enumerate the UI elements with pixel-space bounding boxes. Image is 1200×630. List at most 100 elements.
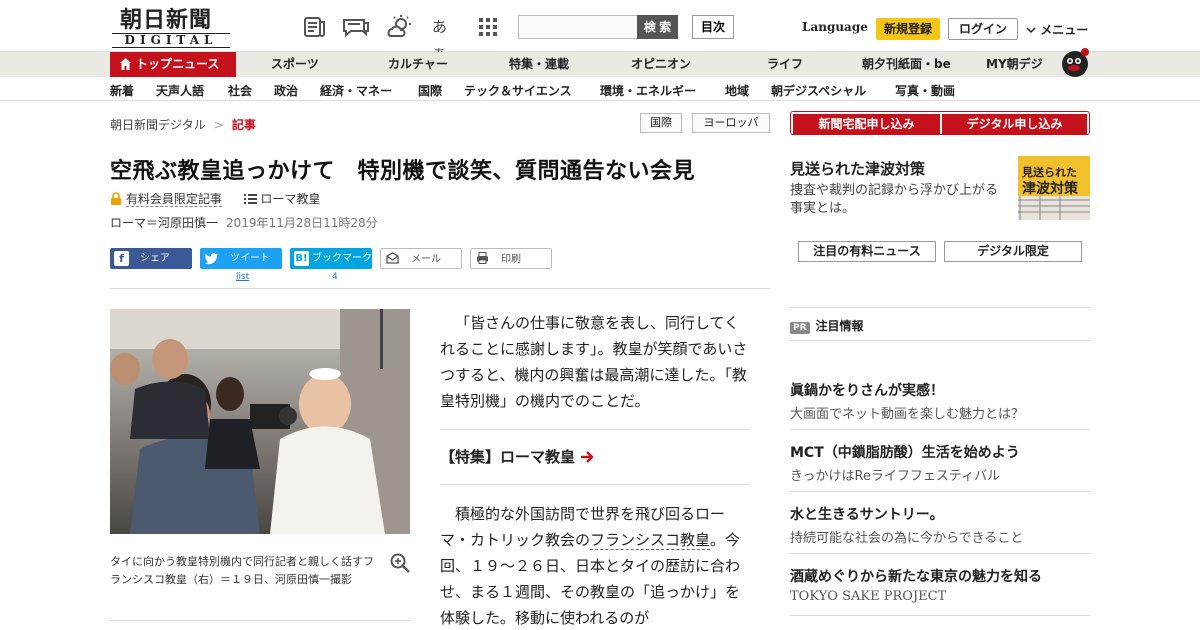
feature-link-label: 【特集】ローマ教皇 [440,448,576,466]
pr-item-title[interactable]: MCT（中鎖脂肪酸）生活を始めよう [790,442,1020,462]
article-paragraph: 「皆さんの仕事に敬意を表し、同行してくれることに感謝します」。教皇が笑顔であいさ… [440,314,748,410]
pr-label: 注目情報 [815,319,864,333]
breadcrumb-current: 記事 [231,118,256,132]
newspaper-icon[interactable] [302,14,328,40]
pr-item-desc: きっかけはReライフフェスティバル [790,469,1001,484]
breadcrumb: 朝日新聞デジタル > 記事 [110,116,256,133]
facebook-share-label: シェア [140,253,170,264]
mail-label: メール [411,254,441,265]
nav-life[interactable]: ライフ [767,52,803,77]
members-only-label[interactable]: 有料会員限定記事 [125,192,222,207]
divider [440,484,750,485]
mail-icon [385,252,400,267]
home-icon [120,58,131,70]
zoom-icon[interactable] [390,553,410,573]
logo-jp: 朝日新聞 [120,7,213,33]
language-link[interactable]: Language [802,20,868,34]
feature-link[interactable]: 【特集】ローマ教皇 [440,446,594,467]
nav-sports[interactable]: スポーツ [271,52,319,77]
subnav-politics[interactable]: 政治 [274,82,298,99]
tag-europe[interactable]: ヨーロッパ [692,113,770,133]
subnav-new[interactable]: 新着 [110,82,134,99]
nav-opinion[interactable]: オピニオン [631,52,691,77]
tab-paid-news[interactable]: 注目の有料ニュース [798,241,936,262]
print-icon [475,252,490,267]
contents-button[interactable]: 目次 [692,15,734,39]
hatena-bookmark-button[interactable]: B! ブックマーク [290,248,372,269]
article-paragraph: 積極的な外国訪問で世界を飛び回るローマ・カトリック教会のフランシスコ教皇。今回、… [440,501,750,630]
weather-icon[interactable] [386,14,412,40]
feature-image[interactable]: 見送られた 津波対策 [1010,156,1090,220]
facebook-icon: f [114,251,129,266]
feature-description: 捜査や裁判の記録から浮かび上がる事実とは。 [790,183,999,216]
pr-item-title[interactable]: 水と生きるサントリー。 [790,504,944,524]
chevron-down-icon [1026,27,1036,34]
divider [790,491,1090,492]
subnav-environment[interactable]: 環境・エネルギー [600,82,696,99]
mascot-icon [1058,44,1092,78]
divider [110,620,410,621]
login-button[interactable]: ログイン [948,18,1018,40]
twitter-count[interactable]: list [236,272,249,282]
feature-image-text: 津波対策 [1022,181,1078,197]
site-logo[interactable]: 朝日新聞 DIGITAL [112,7,230,48]
article-labels: 有料会員限定記事 ローマ教皇 [110,190,320,207]
search-input[interactable] [518,15,638,39]
feature-title[interactable]: 見送られた津波対策 [790,158,925,179]
twitter-icon [204,251,219,266]
print-button[interactable]: 印刷 [470,248,552,269]
publish-datetime: 2019年11月28日11時28分 [226,216,378,230]
subnav-society[interactable]: 社会 [228,82,252,99]
site-header: 朝日新聞 DIGITAL あぁ 検 索 目次 Language 新規登録 ログイ… [0,0,1200,62]
newspaper-subscribe-button[interactable]: 新聞宅配申し込み [793,114,940,134]
nav-my-asahi[interactable]: MY朝デジ [986,52,1043,77]
digital-subscribe-button[interactable]: デジタル申し込み [942,114,1087,134]
article-photo[interactable] [110,309,410,534]
divider [790,553,1090,554]
breadcrumb-home[interactable]: 朝日新聞デジタル [110,118,206,132]
subnav-economy[interactable]: 経済・マネー [320,82,392,99]
pr-header: PR 注目情報 [790,317,864,334]
search-button[interactable]: 検 索 [637,15,678,39]
grid-icon[interactable] [478,14,504,40]
logo-en: DIGITAL [112,33,230,48]
nav-top-news[interactable]: トップニュース [110,52,236,77]
mail-button[interactable]: メール [380,248,462,269]
main-nav: トップニュース スポーツ カルチャー 特集・連載 オピニオン ライフ 朝夕刊紙面… [0,48,1200,77]
menu-button[interactable]: メニュー [1026,21,1088,38]
twitter-share-button[interactable]: ツイート [200,248,282,269]
series-link[interactable]: ローマ教皇 [260,192,320,206]
subnav-tech[interactable]: テック＆サイエンス [464,82,572,99]
subnav-region[interactable]: 地域 [725,82,749,99]
subnav-tenseijingo[interactable]: 天声人語 [156,82,204,99]
subnav-photo[interactable]: 写真・動画 [895,82,955,99]
font-size-icon[interactable]: あぁ [432,14,458,62]
article-title: 空飛ぶ教皇追っかけて 特別機で談笑、質問通告ない会見 [110,159,696,184]
hatena-icon: B! [294,251,309,266]
hatena-count[interactable]: 4 [332,272,338,282]
tab-digital-limited[interactable]: デジタル限定 [944,241,1082,262]
nav-paper[interactable]: 朝夕刊紙面・be [862,52,951,77]
facebook-share-button[interactable]: f シェア [110,248,192,269]
pr-item-desc: 大画面でネット動画を楽しむ魅力とは？ [790,407,1025,422]
subnav-special[interactable]: 朝デジスペシャル [771,82,866,99]
menu-label: メニュー [1040,23,1089,37]
arrow-right-icon [581,451,594,463]
nav-label: トップニュース [136,57,220,71]
subscribe-buttons: 新聞宅配申し込み デジタル申し込み [790,111,1090,135]
sub-nav: 新着 天声人語 社会 政治 経済・マネー 国際 テック＆サイエンス 環境・エネル… [0,77,1200,101]
nav-features[interactable]: 特集・連載 [509,52,569,77]
tag-international[interactable]: 国際 [640,113,682,133]
pr-badge: PR [790,322,810,334]
pr-item-desc: 持続可能な社会の為に今からできること [790,531,1024,546]
subnav-international[interactable]: 国際 [418,82,442,99]
divider [790,429,1090,430]
pr-item-title[interactable]: 酒蔵めぐりから新たな東京の魅力を知る [790,566,1042,586]
lock-icon [111,192,121,205]
pope-francis-link[interactable]: フランシスコ教皇 [590,531,711,550]
nav-culture[interactable]: カルチャー [388,52,448,77]
chat-icon[interactable] [342,14,369,40]
register-button[interactable]: 新規登録 [876,18,940,40]
byline-author: ローマ＝河原田慎一 [110,216,219,230]
pr-item-title[interactable]: 眞鍋かをりさんが実感！ [790,380,944,400]
